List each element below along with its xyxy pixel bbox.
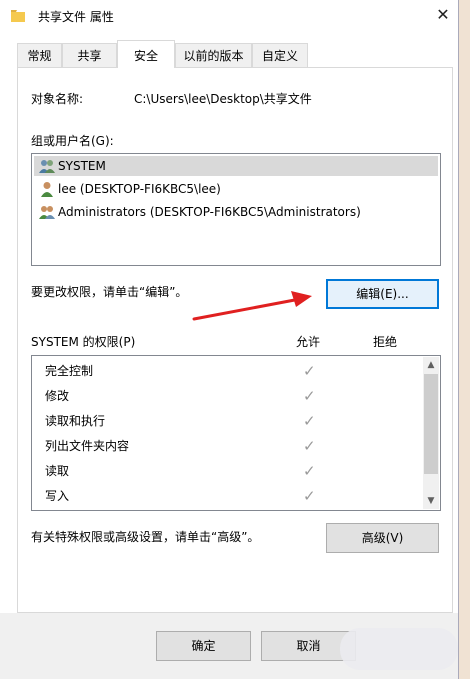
advanced-button[interactable]: 高级(V) <box>326 523 439 553</box>
object-name-value: C:\Users\lee\Desktop\共享文件 <box>134 92 312 106</box>
scroll-thumb[interactable] <box>424 374 438 474</box>
checkmark-icon: ✓ <box>303 487 316 505</box>
object-name-label: 对象名称: <box>31 92 84 106</box>
tab-sharing[interactable]: 共享 <box>62 43 117 67</box>
permission-row: 读取和执行 ✓ <box>45 409 425 434</box>
ok-button[interactable]: 确定 <box>156 631 251 661</box>
permission-name: 写入 <box>45 489 70 503</box>
checkmark-icon: ✓ <box>303 362 316 380</box>
checkmark-icon: ✓ <box>303 412 316 430</box>
permission-name: 读取 <box>45 464 70 478</box>
checkmark-icon: ✓ <box>303 437 316 455</box>
user-name: Administrators (DESKTOP-FI6KBC5\Administ… <box>58 205 361 219</box>
desktop-background <box>458 0 470 679</box>
group-users-icon <box>39 206 55 219</box>
permission-row: 完全控制 ✓ <box>45 359 425 384</box>
watermark-overlay <box>340 628 458 670</box>
permission-row: 写入 ✓ <box>45 484 425 509</box>
window-title: 共享文件 属性 <box>38 10 114 24</box>
checkmark-icon: ✓ <box>303 387 316 405</box>
group-users-icon <box>39 160 55 173</box>
properties-dialog: 共享文件 属性 ✕ 常规 共享 安全 以前的版本 自定义 对象名称: C:\Us… <box>0 0 459 679</box>
permission-row: 修改 ✓ <box>45 384 425 409</box>
user-name: SYSTEM <box>58 159 106 173</box>
permission-name: 读取和执行 <box>45 414 106 428</box>
change-permissions-hint: 要更改权限，请单击“编辑”。 <box>31 285 188 299</box>
user-icon <box>41 182 53 197</box>
permissions-scrollbar[interactable]: ▲ ▼ <box>423 357 439 509</box>
checkmark-icon: ✓ <box>303 462 316 480</box>
user-list[interactable]: SYSTEM lee (DESKTOP-FI6KBC5\lee) Adminis… <box>31 153 441 266</box>
close-icon[interactable]: ✕ <box>430 2 456 28</box>
user-row-system[interactable]: SYSTEM <box>34 156 438 176</box>
deny-column-header: 拒绝 <box>373 335 398 349</box>
permission-name: 列出文件夹内容 <box>45 439 130 453</box>
permission-row: 读取 ✓ <box>45 459 425 484</box>
red-arrow-annotation <box>192 291 312 321</box>
permission-row: 列出文件夹内容 ✓ <box>45 434 425 459</box>
groups-label: 组或用户名(G): <box>31 134 114 148</box>
permissions-title: SYSTEM 的权限(P) <box>31 335 136 349</box>
edit-button[interactable]: 编辑(E)... <box>326 279 439 309</box>
title-bar: 共享文件 属性 ✕ <box>0 0 458 32</box>
tab-security[interactable]: 安全 <box>117 40 175 68</box>
permission-name: 完全控制 <box>45 364 94 378</box>
user-name: lee (DESKTOP-FI6KBC5\lee) <box>58 182 221 196</box>
allow-column-header: 允许 <box>296 335 321 349</box>
tab-previous-versions[interactable]: 以前的版本 <box>175 43 252 67</box>
permission-name: 修改 <box>45 389 70 403</box>
advanced-hint: 有关特殊权限或高级设置，请单击“高级”。 <box>31 530 260 544</box>
scroll-up-icon[interactable]: ▲ <box>423 357 439 373</box>
scroll-down-icon[interactable]: ▼ <box>423 493 439 509</box>
tab-customize[interactable]: 自定义 <box>252 43 308 67</box>
folder-icon <box>11 10 25 22</box>
tab-general[interactable]: 常规 <box>17 43 62 67</box>
permissions-list[interactable]: 完全控制 ✓ 修改 ✓ 读取和执行 ✓ 列出文件夹内容 ✓ 读取 ✓ 写入 ✓ … <box>31 355 441 511</box>
